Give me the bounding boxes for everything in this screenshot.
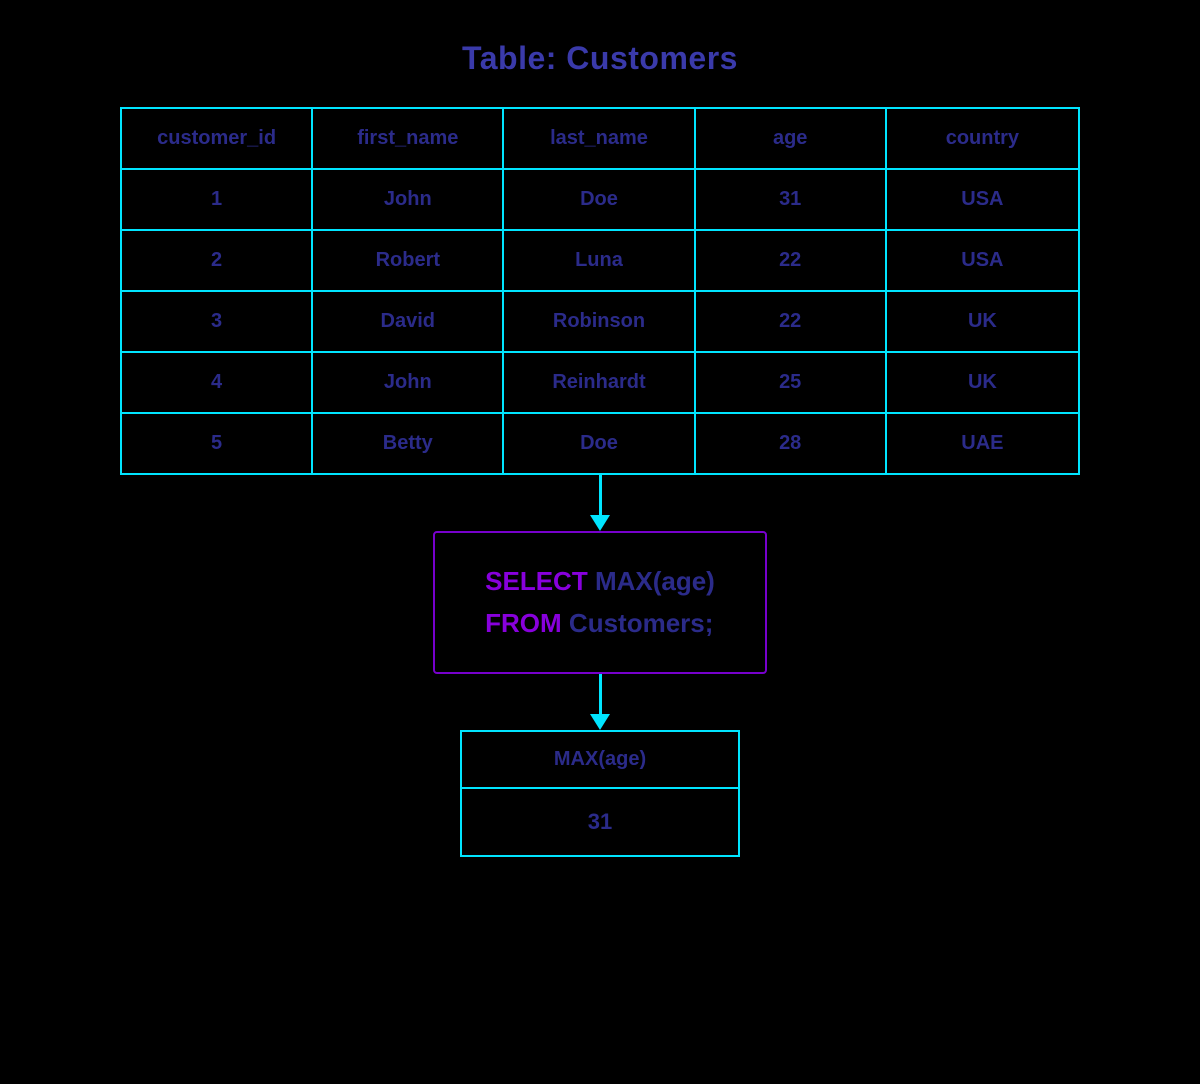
table-header-row: customer_id first_name last_name age cou… — [122, 109, 1078, 170]
cell-lname-2: Luna — [504, 231, 695, 290]
cell-fname-3: David — [313, 292, 504, 351]
cell-country-1: USA — [887, 170, 1078, 229]
cell-country-3: UK — [887, 292, 1078, 351]
sql-box: SELECT MAX(age) FROM Customers; — [433, 531, 767, 674]
cell-country-5: UAE — [887, 414, 1078, 473]
header-customer-id: customer_id — [122, 109, 313, 168]
sql-table-name: Customers; — [562, 608, 714, 638]
cell-lname-5: Doe — [504, 414, 695, 473]
sql-max-func: MAX(age) — [588, 566, 715, 596]
header-country: country — [887, 109, 1078, 168]
arrow-table-to-sql — [590, 475, 610, 531]
result-table: MAX(age) 31 — [460, 730, 740, 857]
cell-country-2: USA — [887, 231, 1078, 290]
cell-lname-1: Doe — [504, 170, 695, 229]
cell-lname-4: Reinhardt — [504, 353, 695, 412]
cell-age-5: 28 — [696, 414, 887, 473]
cell-age-4: 25 — [696, 353, 887, 412]
header-first-name: first_name — [313, 109, 504, 168]
cell-fname-5: Betty — [313, 414, 504, 473]
cell-age-3: 22 — [696, 292, 887, 351]
result-value: 31 — [462, 789, 738, 855]
cell-fname-2: Robert — [313, 231, 504, 290]
page-title: Table: Customers — [462, 40, 738, 77]
table-row: 4 John Reinhardt 25 UK — [122, 353, 1078, 414]
table-row: 1 John Doe 31 USA — [122, 170, 1078, 231]
cell-age-2: 22 — [696, 231, 887, 290]
cell-id-1: 1 — [122, 170, 313, 229]
customers-table: customer_id first_name last_name age cou… — [120, 107, 1080, 475]
cell-id-4: 4 — [122, 353, 313, 412]
cell-id-5: 5 — [122, 414, 313, 473]
table-row: 2 Robert Luna 22 USA — [122, 231, 1078, 292]
cell-age-1: 31 — [696, 170, 887, 229]
cell-id-2: 2 — [122, 231, 313, 290]
cell-fname-1: John — [313, 170, 504, 229]
sql-from-keyword: FROM — [485, 608, 562, 638]
sql-select-keyword: SELECT — [485, 566, 588, 596]
header-last-name: last_name — [504, 109, 695, 168]
arrow-sql-to-result — [590, 674, 610, 730]
cell-country-4: UK — [887, 353, 1078, 412]
table-row: 5 Betty Doe 28 UAE — [122, 414, 1078, 473]
result-header: MAX(age) — [462, 732, 738, 789]
cell-lname-3: Robinson — [504, 292, 695, 351]
table-row: 3 David Robinson 22 UK — [122, 292, 1078, 353]
header-age: age — [696, 109, 887, 168]
cell-fname-4: John — [313, 353, 504, 412]
cell-id-3: 3 — [122, 292, 313, 351]
